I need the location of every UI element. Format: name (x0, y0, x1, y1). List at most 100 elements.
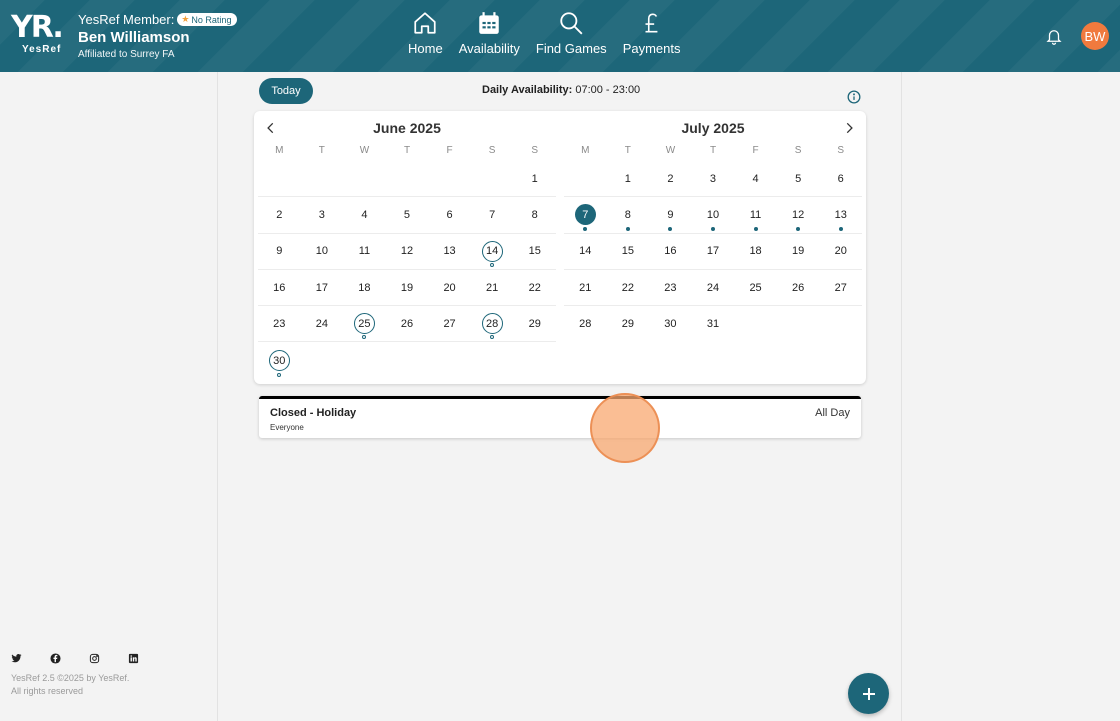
today-button[interactable]: Today (259, 78, 313, 104)
calendar-day[interactable]: 13 (428, 234, 471, 269)
nav-payments-label: Payments (622, 41, 681, 56)
calendar-day[interactable]: 4 (734, 161, 777, 196)
calendar-day[interactable]: 6 (819, 161, 862, 196)
calendar-day[interactable]: 30 (649, 306, 692, 342)
calendar-day[interactable]: 1 (607, 161, 650, 196)
calendar-day[interactable]: 21 (471, 270, 514, 305)
calendar-day[interactable]: 15 (607, 234, 650, 269)
calendar-day[interactable]: 14 (471, 234, 514, 269)
calendar-day[interactable]: 29 (607, 306, 650, 342)
calendar-day[interactable]: 10 (301, 234, 344, 269)
nav-find-games[interactable]: Find Games (528, 10, 615, 56)
nav-home[interactable]: Home (400, 10, 451, 56)
bell-icon[interactable] (1045, 27, 1063, 45)
calendar-day[interactable]: 25 (343, 306, 386, 341)
weekday-label: T (624, 145, 631, 156)
weekday-label: S (794, 145, 802, 156)
calendar-day[interactable]: 26 (777, 270, 820, 305)
calendar-day[interactable]: 23 (258, 306, 301, 341)
calendar-day[interactable]: 5 (777, 161, 820, 196)
calendar-day[interactable]: 16 (258, 270, 301, 305)
day-number: 14 (579, 245, 592, 258)
calendar-day[interactable]: 14 (564, 234, 607, 269)
day-number: 3 (709, 172, 717, 185)
nav-availability[interactable]: Availability (451, 10, 528, 56)
calendar-day[interactable]: 19 (777, 234, 820, 269)
day-number: 23 (273, 317, 286, 330)
avatar[interactable]: BW (1081, 22, 1109, 50)
calendar-day[interactable]: 12 (777, 197, 820, 232)
calendar-day[interactable]: 28 (564, 306, 607, 342)
daily-availability: Daily Availability: 07:00 - 23:00 (482, 84, 640, 96)
calendar-day[interactable]: 7 (471, 197, 514, 232)
event-card[interactable]: Closed - Holiday Everyone All Day (259, 396, 861, 438)
day-number: 7 (574, 204, 596, 226)
calendar-day[interactable]: 8 (513, 197, 556, 232)
calendar-day[interactable]: 20 (428, 270, 471, 305)
calendar-day[interactable]: 22 (513, 270, 556, 305)
availability-dot (490, 335, 495, 340)
calendar-day[interactable]: 27 (819, 270, 862, 305)
calendar-day[interactable]: 27 (428, 306, 471, 341)
calendar-day[interactable]: 12 (386, 234, 429, 269)
calendar-day[interactable]: 24 (692, 270, 735, 305)
facebook-icon[interactable] (50, 653, 61, 664)
calendar-day[interactable]: 25 (734, 270, 777, 305)
add-availability-button[interactable] (848, 673, 889, 714)
linkedin-icon[interactable] (128, 653, 139, 664)
calendar-day[interactable]: 8 (607, 197, 650, 232)
calendar-day[interactable]: 13 (819, 197, 862, 232)
calendar-day[interactable]: 7 (564, 197, 607, 232)
calendar-week: 16 17 18 19 20 21 22 (258, 270, 556, 307)
calendar-day[interactable]: 2 (258, 197, 301, 232)
calendar-day[interactable]: 18 (343, 270, 386, 305)
yesref-logo[interactable]: YR. YesRef (11, 13, 69, 57)
calendar-day[interactable]: 30 (258, 342, 301, 378)
calendar-day[interactable]: 9 (649, 197, 692, 232)
calendar-day[interactable]: 4 (343, 197, 386, 232)
calendar-day[interactable]: 17 (301, 270, 344, 305)
calendar-day[interactable]: 10 (692, 197, 735, 232)
instagram-icon[interactable] (89, 653, 100, 664)
calendar-day[interactable]: 20 (819, 234, 862, 269)
calendar-day[interactable]: 21 (564, 270, 607, 305)
click-indicator (590, 393, 660, 463)
calendar-week: 1 (258, 161, 556, 198)
calendar-day[interactable]: 11 (343, 234, 386, 269)
calendar-week: 28 29 30 31 (564, 306, 862, 342)
day-number: 28 (481, 313, 503, 335)
calendar-day[interactable]: 6 (428, 197, 471, 232)
calendar-day[interactable]: 24 (301, 306, 344, 341)
calendar-day[interactable]: 11 (734, 197, 777, 232)
calendar-day[interactable]: 3 (301, 197, 344, 232)
calendar-week: 7 8 9 10 11 12 13 (564, 197, 862, 234)
calendar-day[interactable]: 16 (649, 234, 692, 269)
availability-dot (710, 226, 715, 231)
calendar-day[interactable]: 9 (258, 234, 301, 269)
day-number: 30 (664, 318, 677, 331)
calendar-day[interactable]: 31 (692, 306, 735, 342)
calendar-day[interactable]: 17 (692, 234, 735, 269)
day-number: 25 (353, 313, 375, 335)
calendar-empty-cell (564, 161, 607, 196)
twitter-icon[interactable] (11, 653, 22, 664)
calendar-day[interactable]: 26 (386, 306, 429, 341)
calendar-day[interactable]: 22 (607, 270, 650, 305)
weekday-label: F (446, 145, 453, 156)
main-nav: Home Availability Find Games Payments (400, 10, 689, 56)
calendar-day[interactable]: 18 (734, 234, 777, 269)
weekday-label: M (581, 145, 590, 156)
calendar-day[interactable]: 28 (471, 306, 514, 341)
calendar-day[interactable]: 5 (386, 197, 429, 232)
version-line: YesRef 2.5 ©2025 by YesRef. (11, 673, 130, 683)
calendar-day[interactable]: 3 (692, 161, 735, 196)
calendar-day[interactable]: 29 (513, 306, 556, 341)
info-icon[interactable] (847, 90, 861, 104)
calendar-day[interactable]: 19 (386, 270, 429, 305)
calendar-day[interactable]: 1 (513, 161, 556, 196)
calendar-day[interactable]: 2 (649, 161, 692, 196)
nav-payments[interactable]: Payments (615, 10, 689, 56)
calendar-day[interactable]: 23 (649, 270, 692, 305)
day-number: 15 (528, 245, 541, 258)
calendar-day[interactable]: 15 (513, 234, 556, 269)
